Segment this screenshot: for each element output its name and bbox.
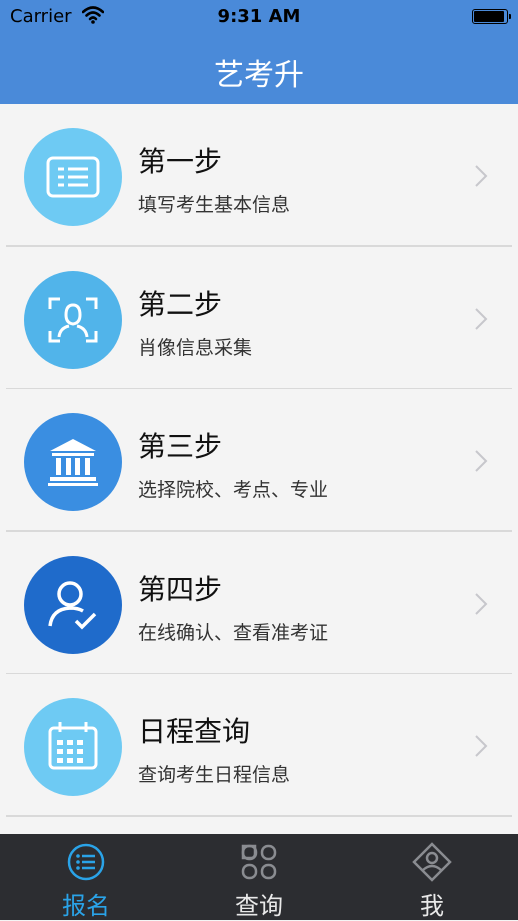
page-title: 艺考升: [214, 58, 304, 93]
profile-diamond-icon: [412, 842, 452, 882]
user-check-icon: [24, 555, 122, 654]
tab-signup[interactable]: 报名: [0, 834, 172, 920]
nav-bar: 艺考升: [0, 34, 518, 104]
list-circle-icon: [67, 843, 105, 881]
chevron-right-icon: [475, 307, 488, 330]
battery-icon: [472, 9, 511, 24]
step-title: 第四步: [138, 572, 223, 606]
step-row-5[interactable]: 日程查询 查询考生日程信息: [0, 674, 518, 817]
step-subtitle: 查询考生日程信息: [138, 764, 291, 786]
step-title: 日程查询: [138, 715, 251, 748]
divider: [6, 815, 512, 817]
grid-icon: [241, 844, 277, 880]
step-title: 第一步: [138, 145, 223, 178]
chevron-right-icon: [475, 165, 488, 187]
step-title: 第三步: [138, 430, 223, 463]
chevron-right-icon: [475, 450, 488, 472]
step-subtitle: 在线确认、查看准考证: [138, 621, 329, 644]
tab-label: 报名: [62, 892, 110, 920]
chevron-right-icon: [475, 592, 488, 615]
step-row-3[interactable]: 第三步 选择院校、考点、专业: [0, 389, 518, 532]
step-subtitle: 选择院校、考点、专业: [138, 479, 329, 501]
step-title: 第二步: [138, 287, 223, 321]
tab-query[interactable]: 查询: [173, 834, 345, 920]
chevron-right-icon: [475, 735, 488, 757]
step-list: 第一步 填写考生基本信息 第二步 肖像信息采集 第三步 选择院校、考点、专业 第…: [0, 104, 518, 817]
tab-label: 查询: [235, 892, 283, 920]
face-scan-icon: [24, 270, 122, 369]
tab-label: 我: [420, 892, 444, 920]
calendar-icon: [24, 698, 122, 796]
step-row-4[interactable]: 第四步 在线确认、查看准考证: [0, 531, 518, 674]
step-row-1[interactable]: 第一步 填写考生基本信息: [0, 104, 518, 247]
institution-icon: [24, 413, 122, 511]
step-subtitle: 填写考生基本信息: [138, 194, 291, 216]
step-row-2[interactable]: 第二步 肖像信息采集: [0, 246, 518, 389]
id-card-icon: [24, 128, 122, 226]
tab-me[interactable]: 我: [346, 834, 518, 920]
tab-bar: 报名 查询 我: [0, 834, 518, 920]
status-bar: Carrier 9:31 AM: [0, 0, 518, 34]
step-subtitle: 肖像信息采集: [138, 336, 253, 359]
status-time: 9:31 AM: [217, 6, 301, 27]
